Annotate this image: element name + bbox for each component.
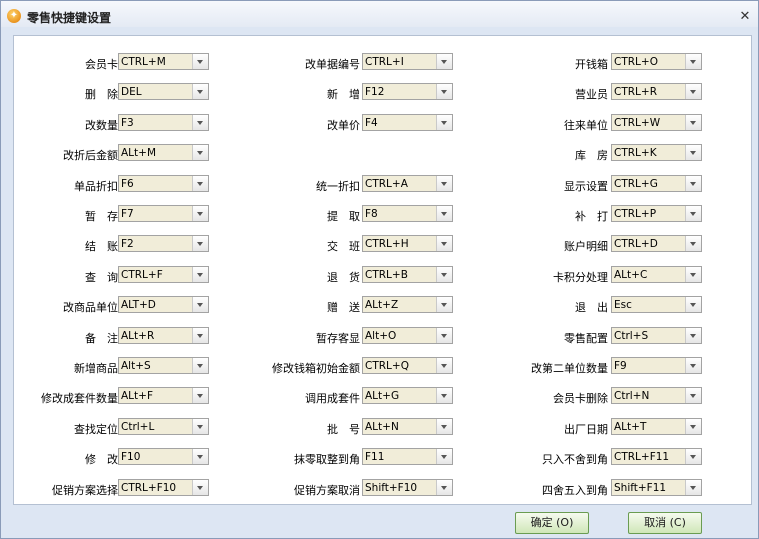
dropdown-button[interactable] (685, 145, 701, 160)
shortcut-select[interactable]: F9 (611, 357, 702, 374)
shortcut-select[interactable]: ALt+T (611, 418, 702, 435)
shortcut-label: 往来单位 (564, 119, 608, 132)
shortcut-label: 会员卡删除 (553, 392, 608, 405)
chevron-down-icon (690, 121, 696, 125)
shortcut-label: 改第二单位数量 (531, 362, 608, 375)
shortcut-select[interactable]: CTRL+K (611, 144, 702, 161)
chevron-down-icon (690, 182, 696, 186)
title-bar: ✦ 零售快捷键设置 ✕ (1, 1, 758, 27)
shortcut-select[interactable]: CTRL+F11 (611, 448, 702, 465)
shortcut-select[interactable]: CTRL+O (611, 53, 702, 70)
shortcut-select[interactable]: CTRL+G (611, 175, 702, 192)
window-title: 零售快捷键设置 (27, 11, 112, 25)
shortcut-label: 零售配置 (564, 332, 608, 345)
shortcut-label: 营业员 (575, 88, 608, 101)
shortcut-value: ALt+T (614, 421, 647, 433)
shortcut-label: 只入不舍到角 (542, 453, 608, 466)
chevron-down-icon (690, 151, 696, 155)
dropdown-button[interactable] (685, 358, 701, 373)
shortcut-select[interactable]: Ctrl+S (611, 327, 702, 344)
chevron-down-icon (690, 455, 696, 459)
shortcut-label: 账户明细 (564, 240, 608, 253)
shortcut-select[interactable]: CTRL+R (611, 83, 702, 100)
shortcut-label: 补 打 (575, 210, 608, 223)
cancel-button[interactable]: 取消 (C) (628, 512, 702, 534)
shortcut-settings-window: ✦ 零售快捷键设置 ✕ 会员卡 CTRL+M 改单据编号 CTRL+I 开钱箱 CTRL+… (0, 0, 759, 539)
shortcut-value: F9 (614, 360, 627, 372)
shortcut-value: CTRL+D (614, 238, 658, 250)
dropdown-button[interactable] (685, 54, 701, 69)
shortcut-value: Ctrl+S (614, 330, 649, 342)
shortcut-value: CTRL+K (614, 147, 657, 159)
shortcut-select[interactable]: CTRL+P (611, 205, 702, 222)
chevron-down-icon (690, 90, 696, 94)
dropdown-button[interactable] (685, 297, 701, 312)
shortcut-label: 卡积分处理 (553, 271, 608, 284)
shortcut-label: 四舍五入到角 (542, 484, 608, 497)
dropdown-button[interactable] (685, 419, 701, 434)
shortcut-value: Ctrl+N (614, 390, 650, 402)
shortcut-value: CTRL+O (614, 56, 658, 68)
shortcut-select[interactable]: Esc (611, 296, 702, 313)
chevron-down-icon (690, 212, 696, 216)
dropdown-button[interactable] (685, 176, 701, 191)
shortcut-label: 开钱箱 (575, 58, 608, 71)
dropdown-button[interactable] (685, 115, 701, 130)
shortcut-label: 出厂日期 (564, 423, 608, 436)
dropdown-button[interactable] (685, 84, 701, 99)
shortcut-select[interactable]: Shift+F11 (611, 479, 702, 496)
chevron-down-icon (690, 364, 696, 368)
dropdown-button[interactable] (685, 388, 701, 403)
shortcut-value: CTRL+R (614, 86, 657, 98)
shortcut-value: CTRL+P (614, 208, 657, 220)
dropdown-button[interactable] (685, 267, 701, 282)
shortcut-label: 退 出 (575, 301, 608, 314)
chevron-down-icon (690, 486, 696, 490)
ok-button[interactable]: 确定 (O) (515, 512, 589, 534)
shortcut-value: Shift+F11 (614, 482, 667, 494)
close-icon[interactable]: ✕ (738, 10, 752, 24)
shortcut-label: 显示设置 (564, 180, 608, 193)
shortcut-grid-panel: 会员卡 CTRL+M 改单据编号 CTRL+I 开钱箱 CTRL+O 删 除 DEL 新 增 F1… (13, 35, 752, 505)
chevron-down-icon (690, 394, 696, 398)
chevron-down-icon (690, 334, 696, 338)
shortcut-value: CTRL+G (614, 178, 658, 190)
chevron-down-icon (690, 425, 696, 429)
chevron-down-icon (690, 242, 696, 246)
chevron-down-icon (690, 303, 696, 307)
dropdown-button[interactable] (685, 328, 701, 343)
chevron-down-icon (690, 273, 696, 277)
chevron-down-icon (690, 60, 696, 64)
app-logo-icon: ✦ (7, 9, 21, 23)
dropdown-button[interactable] (685, 236, 701, 251)
shortcut-select[interactable]: ALt+C (611, 266, 702, 283)
shortcut-select[interactable]: Ctrl+N (611, 387, 702, 404)
shortcut-select[interactable]: CTRL+D (611, 235, 702, 252)
shortcut-value: ALt+C (614, 269, 648, 281)
shortcut-value: Esc (614, 299, 632, 311)
dropdown-button[interactable] (685, 449, 701, 464)
dropdown-button[interactable] (685, 480, 701, 495)
shortcut-select[interactable]: CTRL+W (611, 114, 702, 131)
shortcut-label: 库 房 (575, 149, 608, 162)
shortcut-value: CTRL+W (614, 117, 661, 129)
dropdown-button[interactable] (685, 206, 701, 221)
shortcut-value: CTRL+F11 (614, 451, 670, 463)
